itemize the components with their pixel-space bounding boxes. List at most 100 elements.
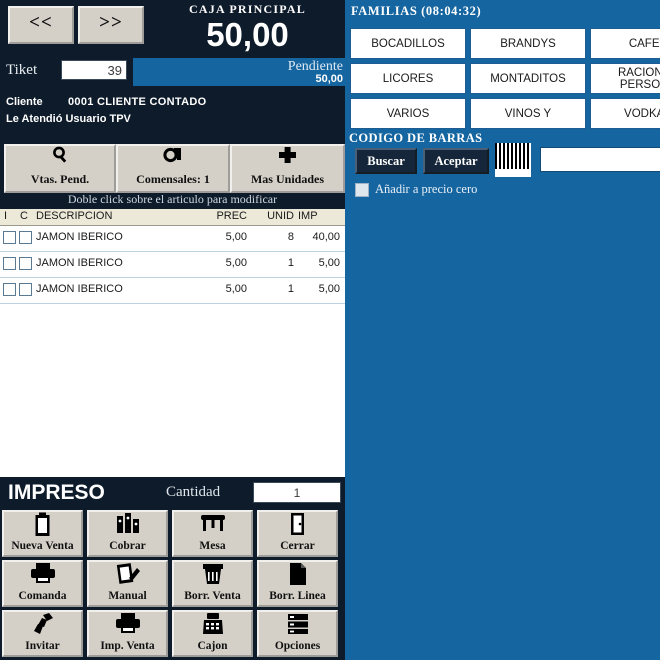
register-title: CAJA PRINCIPAL bbox=[189, 2, 306, 16]
column-header-price: PREC bbox=[216, 210, 247, 222]
table-label: Mesa bbox=[199, 540, 226, 552]
row-amount: 40,00 bbox=[312, 231, 340, 243]
pending-value: 50,00 bbox=[315, 73, 343, 85]
row-price: 5,00 bbox=[225, 231, 247, 243]
print-sale-label: Imp. Venta bbox=[100, 640, 155, 652]
barcode-input[interactable] bbox=[540, 147, 660, 172]
column-header-i: I bbox=[4, 210, 8, 222]
catalog-panel: FAMILIAS (08:04:32) BOCADILLOS BRANDYS C… bbox=[345, 0, 660, 660]
pending-sales-label: Vtas. Pend. bbox=[30, 172, 90, 186]
delete-line-label: Borr. Linea bbox=[269, 590, 326, 602]
row-price: 5,00 bbox=[225, 283, 247, 295]
row-checkbox-i[interactable] bbox=[3, 231, 16, 244]
families-title: FAMILIAS (08:04:32) bbox=[351, 4, 482, 18]
family-buttons-grid: BOCADILLOS BRANDYS CAFES LICORES MONTADI… bbox=[350, 28, 660, 129]
options-button[interactable]: Opciones bbox=[257, 610, 338, 657]
gift-icon bbox=[4, 612, 81, 640]
print-status-label: IMPRESO bbox=[8, 481, 105, 504]
table-header-row: I C DESCRIPCION PREC UNID IMP bbox=[0, 209, 345, 226]
manual-button[interactable]: Manual bbox=[87, 560, 168, 607]
family-button-vinos[interactable]: VINOS Y bbox=[470, 98, 586, 129]
table-row[interactable]: JAMON IBERICO 5,00 8 40,00 bbox=[0, 226, 345, 252]
family-button-licores[interactable]: LICORES bbox=[350, 63, 466, 94]
family-button-brandys[interactable]: BRANDYS bbox=[470, 28, 586, 59]
magnifier-icon bbox=[6, 146, 114, 172]
cash-drawer-button[interactable]: Cajon bbox=[172, 610, 253, 657]
barcode-icon bbox=[495, 143, 531, 177]
quantity-label: Cantidad bbox=[166, 484, 221, 500]
family-button-vodkas[interactable]: VODKAS bbox=[590, 98, 660, 129]
column-header-units: UNID bbox=[267, 210, 294, 222]
family-button-raciones[interactable]: RACIONES PERSONA bbox=[590, 63, 660, 94]
print-status-bar: IMPRESO Cantidad 1 bbox=[0, 477, 345, 509]
diners-button[interactable]: Comensales: 1 bbox=[116, 144, 230, 193]
charge-button[interactable]: Cobrar bbox=[87, 510, 168, 557]
quantity-input[interactable]: 1 bbox=[253, 482, 341, 503]
printer-icon bbox=[89, 612, 166, 640]
next-ticket-button[interactable]: >> bbox=[78, 6, 144, 44]
diners-icon bbox=[118, 146, 228, 172]
modify-hint-text: Doble click sobre el articulo para modif… bbox=[67, 192, 278, 206]
row-amount: 5,00 bbox=[318, 257, 340, 269]
delete-sale-button[interactable]: Borr. Venta bbox=[172, 560, 253, 607]
barcode-search-button[interactable]: Buscar bbox=[355, 148, 417, 174]
row-checkbox-i[interactable] bbox=[3, 257, 16, 270]
options-label: Opciones bbox=[274, 640, 321, 652]
pending-amount-band: Pendiente 50,00 bbox=[133, 58, 345, 86]
family-button-bocadillos[interactable]: BOCADILLOS bbox=[350, 28, 466, 59]
new-sale-label: Nueva Venta bbox=[11, 540, 74, 552]
manual-label: Manual bbox=[108, 590, 147, 602]
plus-icon bbox=[232, 146, 343, 172]
close-label: Cerrar bbox=[280, 540, 315, 552]
charge-label: Cobrar bbox=[109, 540, 146, 552]
row-description: JAMON IBERICO bbox=[36, 283, 123, 295]
pending-sales-button[interactable]: Vtas. Pend. bbox=[4, 144, 116, 193]
sale-panel: << >> CAJA PRINCIPAL 50,00 Tiket 39 Pend… bbox=[0, 0, 345, 660]
row-checkbox-c[interactable] bbox=[19, 283, 32, 296]
column-header-description: DESCRIPCION bbox=[36, 210, 113, 222]
family-button-varios[interactable]: VARIOS bbox=[350, 98, 466, 129]
close-button[interactable]: Cerrar bbox=[257, 510, 338, 557]
ticket-number-input[interactable]: 39 bbox=[61, 60, 127, 80]
row-amount: 5,00 bbox=[318, 283, 340, 295]
row-description: JAMON IBERICO bbox=[36, 257, 123, 269]
table-button[interactable]: Mesa bbox=[172, 510, 253, 557]
client-value[interactable]: 0001 CLIENTE CONTADO bbox=[68, 96, 206, 108]
ticket-lines-table[interactable]: I C DESCRIPCION PREC UNID IMP JAMON IBER… bbox=[0, 209, 345, 495]
barcode-accept-button[interactable]: Aceptar bbox=[423, 148, 489, 174]
invite-button[interactable]: Invitar bbox=[2, 610, 83, 657]
cash-drawer-label: Cajon bbox=[197, 640, 228, 652]
family-button-cafes[interactable]: CAFES bbox=[590, 28, 660, 59]
zero-price-label: Añadir a precio cero bbox=[375, 182, 478, 196]
table-row[interactable]: JAMON IBERICO 5,00 1 5,00 bbox=[0, 252, 345, 278]
trash-icon bbox=[174, 562, 251, 590]
print-sale-button[interactable]: Imp. Venta bbox=[87, 610, 168, 657]
zero-price-checkbox[interactable] bbox=[355, 183, 369, 197]
table-icon bbox=[174, 512, 251, 540]
clipboard-icon bbox=[4, 512, 81, 540]
door-icon bbox=[259, 512, 336, 540]
order-ticket-button[interactable]: Comanda bbox=[2, 560, 83, 607]
table-row[interactable]: JAMON IBERICO 5,00 1 5,00 bbox=[0, 278, 345, 304]
order-ticket-label: Comanda bbox=[18, 590, 67, 602]
action-button-grid: Nueva Venta Cobrar Mesa Cerrar Comanda M… bbox=[2, 510, 343, 658]
pos-application: << >> CAJA PRINCIPAL 50,00 Tiket 39 Pend… bbox=[0, 0, 660, 660]
invite-label: Invitar bbox=[25, 640, 60, 652]
previous-ticket-button[interactable]: << bbox=[8, 6, 74, 44]
row-checkbox-c[interactable] bbox=[19, 257, 32, 270]
delete-sale-label: Borr. Venta bbox=[184, 590, 241, 602]
row-price: 5,00 bbox=[225, 257, 247, 269]
delete-line-button[interactable]: Borr. Linea bbox=[257, 560, 338, 607]
ticket-label: Tiket bbox=[6, 62, 38, 78]
new-sale-button[interactable]: Nueva Venta bbox=[2, 510, 83, 557]
family-button-montaditos[interactable]: MONTADITOS bbox=[470, 63, 586, 94]
client-label: Cliente bbox=[6, 96, 43, 108]
row-checkbox-i[interactable] bbox=[3, 283, 16, 296]
barcode-section-title: CODIGO DE BARRAS bbox=[349, 131, 483, 145]
more-units-label: Mas Unidades bbox=[250, 172, 324, 186]
row-checkbox-c[interactable] bbox=[19, 231, 32, 244]
more-units-button[interactable]: Mas Unidades bbox=[230, 144, 345, 193]
column-header-amount: IMP bbox=[298, 210, 318, 222]
register-total-amount: 50,00 bbox=[206, 16, 289, 53]
notepad-pen-icon bbox=[89, 562, 166, 590]
